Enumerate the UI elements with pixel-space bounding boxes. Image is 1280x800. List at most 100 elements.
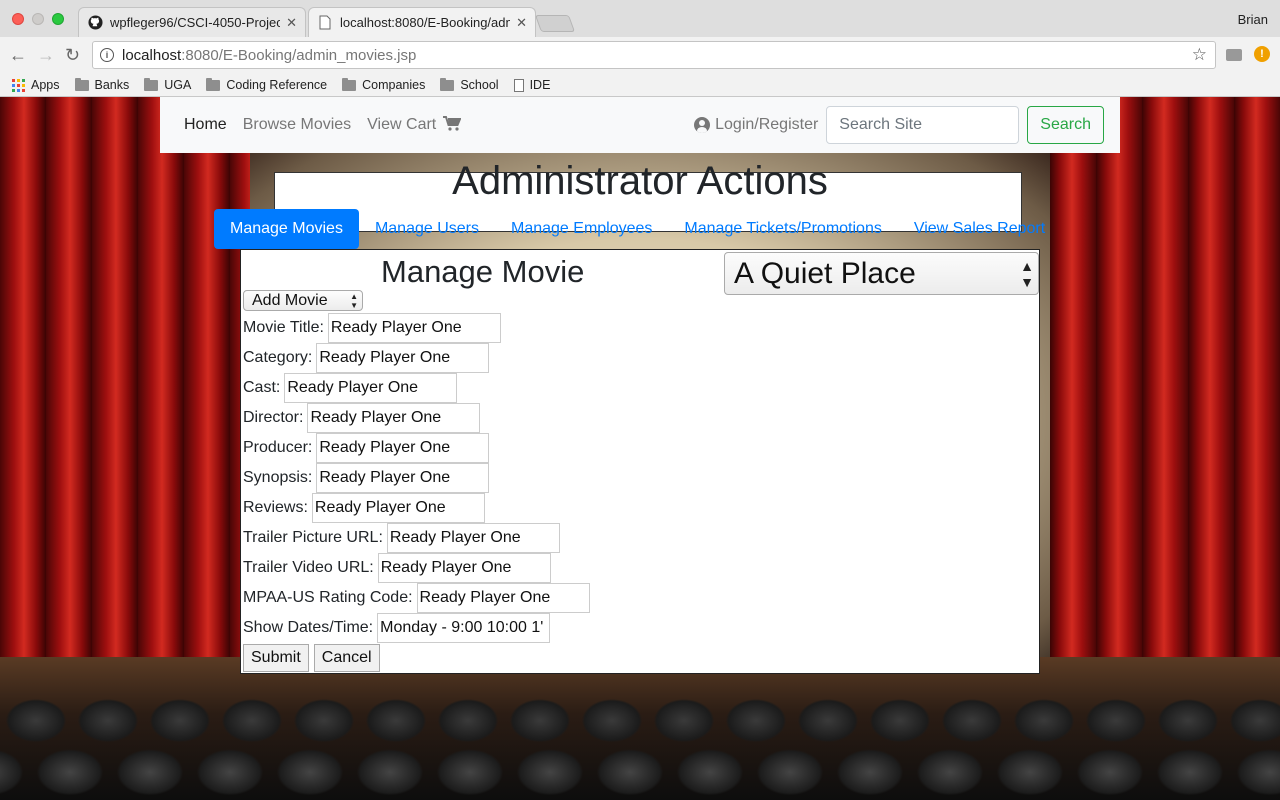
trailer-picture-url-input[interactable]: Ready Player One bbox=[386, 523, 560, 553]
director-input[interactable]: Ready Player One bbox=[307, 403, 481, 433]
tab-close-icon[interactable]: ✕ bbox=[516, 15, 527, 31]
site-navbar: Home Browse Movies View Cart Login/Regis… bbox=[160, 97, 1120, 153]
admin-title-clip: Administrator Actions bbox=[274, 152, 1006, 202]
field-label: Trailer Picture URL: bbox=[243, 529, 383, 546]
form-row-reviews: Reviews: Ready Player One bbox=[243, 493, 485, 523]
page-title: Administrator Actions bbox=[452, 159, 828, 202]
submit-button[interactable]: Submit bbox=[243, 644, 309, 672]
bookmark-banks[interactable]: Banks bbox=[74, 77, 129, 92]
trailer-video-url-input[interactable]: Ready Player One bbox=[377, 553, 551, 583]
bookmark-apps[interactable]: Apps bbox=[12, 78, 60, 92]
url-host: localhost bbox=[122, 46, 182, 64]
manage-movie-title: Manage Movie bbox=[381, 254, 585, 289]
form-row-category: Category: Ready Player One bbox=[243, 343, 490, 373]
select-arrows-icon: ▲ ▼ bbox=[350, 292, 358, 310]
form-row-director: Director: Ready Player One bbox=[243, 403, 481, 433]
search-input[interactable] bbox=[826, 106, 1020, 144]
bookmarks-bar: Apps Banks UGA Coding Reference Companie… bbox=[0, 73, 1280, 97]
bookmark-uga[interactable]: UGA bbox=[144, 77, 192, 92]
tab-manage-users[interactable]: Manage Users bbox=[359, 209, 495, 249]
maximize-window-button[interactable] bbox=[52, 13, 64, 25]
form-row-cast: Cast: Ready Player One bbox=[243, 373, 458, 403]
reload-icon[interactable]: ↻ bbox=[65, 45, 80, 65]
camera-extension-icon[interactable] bbox=[1226, 49, 1242, 61]
nav-view-cart[interactable]: View Cart bbox=[367, 116, 462, 134]
minimize-window-button[interactable] bbox=[32, 13, 44, 25]
url-path: :8080/E-Booking/admin_movies.jsp bbox=[181, 46, 417, 64]
tab-strip: wpfleger96/CSCI-4050-Projec ✕ localhost:… bbox=[0, 0, 1280, 37]
theater-seats bbox=[0, 687, 1280, 800]
folder-icon bbox=[206, 77, 221, 91]
action-select[interactable]: Add Movie ▲ ▼ bbox=[243, 290, 363, 311]
folder-icon bbox=[74, 77, 89, 91]
new-tab-button[interactable] bbox=[534, 15, 576, 32]
movie-select-value: A Quiet Place bbox=[734, 256, 916, 290]
bookmark-label: Coding Reference bbox=[226, 78, 328, 92]
nav-browse-movies[interactable]: Browse Movies bbox=[243, 116, 351, 134]
info-icon[interactable]: i bbox=[100, 48, 114, 62]
field-label: Producer: bbox=[243, 439, 313, 456]
cast-input[interactable]: Ready Player One bbox=[284, 373, 458, 403]
address-bar[interactable]: i localhost:8080/E-Booking/admin_movies.… bbox=[92, 41, 1216, 69]
reviews-input[interactable]: Ready Player One bbox=[311, 493, 485, 523]
form-row-producer: Producer: Ready Player One bbox=[243, 433, 490, 463]
field-label: Synopsis: bbox=[243, 469, 313, 486]
field-label: Reviews: bbox=[243, 499, 308, 516]
field-label: Show Dates/Time: bbox=[243, 619, 374, 636]
cart-icon bbox=[442, 116, 462, 131]
mpaa-rating-input[interactable]: Ready Player One bbox=[416, 583, 590, 613]
form-row-synopsis: Synopsis: Ready Player One bbox=[243, 463, 490, 493]
bookmark-school[interactable]: School bbox=[440, 77, 499, 92]
nav-view-cart-label: View Cart bbox=[367, 116, 437, 133]
category-input[interactable]: Ready Player One bbox=[316, 343, 490, 373]
tab-manage-movies[interactable]: Manage Movies bbox=[214, 209, 359, 249]
page-icon bbox=[317, 15, 333, 31]
movie-title-input[interactable]: Ready Player One bbox=[327, 313, 501, 343]
folder-icon bbox=[144, 77, 159, 91]
user-circle-icon bbox=[694, 117, 711, 133]
field-label: Director: bbox=[243, 409, 304, 426]
login-register-label: Login/Register bbox=[715, 116, 819, 133]
bookmark-label: Companies bbox=[362, 78, 426, 92]
tab-manage-tickets-promotions[interactable]: Manage Tickets/Promotions bbox=[668, 209, 897, 249]
folder-icon bbox=[342, 77, 357, 91]
synopsis-input[interactable]: Ready Player One bbox=[316, 463, 490, 493]
forward-arrow-icon[interactable]: → bbox=[37, 45, 55, 65]
nav-home[interactable]: Home bbox=[184, 116, 227, 134]
login-register-link[interactable]: Login/Register bbox=[694, 116, 818, 134]
browser-tab-localhost[interactable]: localhost:8080/E-Booking/adm ✕ bbox=[308, 7, 536, 37]
right-curtain bbox=[1050, 97, 1280, 697]
field-label: Movie Title: bbox=[243, 319, 324, 336]
page-icon bbox=[513, 78, 524, 92]
tab-title: localhost:8080/E-Booking/adm bbox=[340, 15, 511, 30]
folder-icon bbox=[440, 77, 455, 91]
tab-view-sales-report[interactable]: View Sales Report bbox=[898, 209, 1061, 249]
form-row-show-dates: Show Dates/Time: Monday - 9:00 10:00 1' bbox=[243, 613, 551, 643]
left-curtain bbox=[0, 97, 250, 697]
tab-close-icon[interactable]: ✕ bbox=[286, 15, 297, 31]
field-label: Category: bbox=[243, 349, 313, 366]
browser-chrome: wpfleger96/CSCI-4050-Projec ✕ localhost:… bbox=[0, 0, 1280, 97]
back-arrow-icon[interactable]: ← bbox=[9, 45, 27, 65]
form-row-trailer-video-url: Trailer Video URL: Ready Player One bbox=[243, 553, 551, 583]
search-button[interactable]: Search bbox=[1027, 106, 1104, 144]
warning-extension-icon[interactable]: ! bbox=[1254, 46, 1270, 62]
profile-name[interactable]: Brian bbox=[1238, 12, 1268, 27]
tab-manage-employees[interactable]: Manage Employees bbox=[495, 209, 668, 249]
form-row-movie-title: Movie Title: Ready Player One bbox=[243, 313, 501, 343]
browser-tab-github[interactable]: wpfleger96/CSCI-4050-Projec ✕ bbox=[78, 7, 306, 37]
select-arrows-icon: ▲ ▼ bbox=[1020, 258, 1034, 290]
bookmark-star-icon[interactable]: ☆ bbox=[1192, 45, 1207, 65]
field-label: Cast: bbox=[243, 379, 281, 396]
form-row-trailer-picture-url: Trailer Picture URL: Ready Player One bbox=[243, 523, 560, 553]
close-window-button[interactable] bbox=[12, 13, 24, 25]
bookmark-companies[interactable]: Companies bbox=[342, 77, 426, 92]
show-dates-input[interactable]: Monday - 9:00 10:00 1' bbox=[377, 613, 551, 643]
bookmark-ide[interactable]: IDE bbox=[513, 78, 550, 92]
movie-select[interactable]: A Quiet Place ▲ ▼ bbox=[724, 252, 1039, 295]
tab-title: wpfleger96/CSCI-4050-Projec bbox=[110, 15, 281, 30]
bookmark-coding-reference[interactable]: Coding Reference bbox=[206, 77, 328, 92]
producer-input[interactable]: Ready Player One bbox=[316, 433, 490, 463]
bookmark-label: UGA bbox=[164, 78, 192, 92]
cancel-button[interactable]: Cancel bbox=[313, 644, 380, 672]
